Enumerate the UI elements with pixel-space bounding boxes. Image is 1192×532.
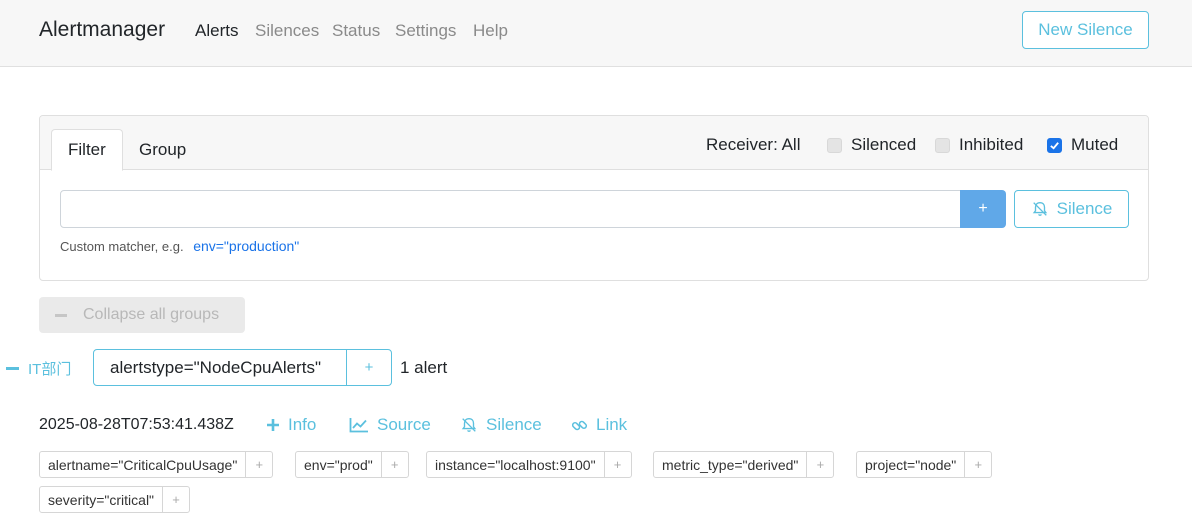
label-chip-alertname: alertname="CriticalCpuUsage" + <box>39 451 274 478</box>
navbar: Alertmanager Alerts Silences Status Sett… <box>0 0 1192 67</box>
group-collapse-toggle[interactable]: IT部门 <box>6 358 71 379</box>
label-chip-text[interactable]: instance="localhost:9100" <box>427 452 605 477</box>
tab-filter[interactable]: Filter <box>51 129 123 171</box>
chart-line-icon <box>349 418 368 433</box>
silenced-checkbox-box[interactable] <box>827 137 842 153</box>
label-chip-text[interactable]: project="node" <box>857 452 966 477</box>
label-chip-instance: instance="localhost:9100" + <box>426 451 632 478</box>
plus-icon <box>267 419 279 431</box>
label-chip-text[interactable]: alertname="CriticalCpuUsage" <box>40 452 247 477</box>
minus-icon <box>6 367 19 370</box>
nav-help[interactable]: Help <box>473 21 508 41</box>
filter-card: Filter Group Receiver: All Silenced Inhi… <box>39 115 1149 281</box>
inhibited-checkbox[interactable]: Inhibited <box>935 135 1023 155</box>
nav-alerts[interactable]: Alerts <box>195 21 238 41</box>
tab-group[interactable]: Group <box>123 129 202 171</box>
label-chip-severity: severity="critical" + <box>39 486 191 513</box>
silence-alert-button-label: Silence <box>486 415 542 434</box>
collapse-all-groups-button[interactable]: Collapse all groups <box>39 297 245 333</box>
label-chip-text[interactable]: metric_type="derived" <box>654 452 808 477</box>
group-label-add-button[interactable]: + <box>347 350 391 385</box>
matcher-hint-example[interactable]: env="production" <box>193 238 299 254</box>
muted-checkbox-box[interactable] <box>1047 137 1062 153</box>
collapse-all-groups-label: Collapse all groups <box>83 306 220 323</box>
label-chip-add-button[interactable]: + <box>807 452 833 477</box>
label-chip-project: project="node" + <box>856 451 993 478</box>
silence-alert-button[interactable]: Silence <box>460 415 542 435</box>
label-chip-add-button[interactable]: + <box>965 452 991 477</box>
bell-slash-icon <box>461 418 477 432</box>
label-chip-add-button[interactable]: + <box>163 487 189 512</box>
filter-input[interactable] <box>60 190 961 228</box>
add-filter-button[interactable]: + <box>960 190 1006 228</box>
matcher-hint: Custom matcher, e.g. env="production" <box>60 238 299 254</box>
label-chip-text[interactable]: severity="critical" <box>40 487 164 512</box>
alert-timestamp: 2025-08-28T07:53:41.438Z <box>39 416 234 433</box>
matcher-hint-text: Custom matcher, e.g. <box>60 239 184 254</box>
label-chip-env: env="prod" + <box>295 451 409 478</box>
inhibited-checkbox-box[interactable] <box>935 137 950 153</box>
new-silence-button[interactable]: New Silence <box>1022 11 1149 49</box>
receiver-dropdown[interactable]: Receiver: All <box>706 135 800 155</box>
source-button-label: Source <box>377 415 431 434</box>
nav-silences[interactable]: Silences <box>255 21 319 41</box>
nav-settings[interactable]: Settings <box>395 21 456 41</box>
check-icon <box>1050 141 1059 150</box>
source-button[interactable]: Source <box>349 415 431 435</box>
muted-checkbox-label: Muted <box>1071 135 1119 154</box>
link-button-label: Link <box>596 415 628 434</box>
link-button[interactable]: Link <box>571 415 627 435</box>
bell-slash-icon <box>1032 202 1047 216</box>
info-button[interactable]: Info <box>266 415 316 435</box>
label-chip-metric-type: metric_type="derived" + <box>653 451 835 478</box>
brand-title[interactable]: Alertmanager <box>39 18 165 42</box>
group-name: IT部门 <box>28 361 72 378</box>
label-chip-text[interactable]: env="prod" <box>296 452 382 477</box>
alert-count: 1 alert <box>400 358 448 377</box>
link-icon <box>571 420 588 430</box>
group-label-chip: alertstype="NodeCpuAlerts" + <box>93 349 392 386</box>
nav-status[interactable]: Status <box>332 21 380 41</box>
inhibited-checkbox-label: Inhibited <box>959 135 1024 154</box>
info-button-label: Info <box>288 415 317 434</box>
label-chip-add-button[interactable]: + <box>246 452 272 477</box>
label-chip-add-button[interactable]: + <box>382 452 408 477</box>
muted-checkbox[interactable]: Muted <box>1047 135 1118 155</box>
label-chip-add-button[interactable]: + <box>605 452 631 477</box>
filter-card-header: Filter Group Receiver: All Silenced Inhi… <box>40 116 1148 171</box>
silence-filter-button-label: Silence <box>1056 199 1113 218</box>
silenced-checkbox-label: Silenced <box>851 135 917 154</box>
group-label-text[interactable]: alertstype="NodeCpuAlerts" <box>94 350 347 385</box>
silence-filter-button[interactable]: Silence <box>1014 190 1129 228</box>
silenced-checkbox[interactable]: Silenced <box>827 135 916 155</box>
minus-icon <box>55 313 67 317</box>
